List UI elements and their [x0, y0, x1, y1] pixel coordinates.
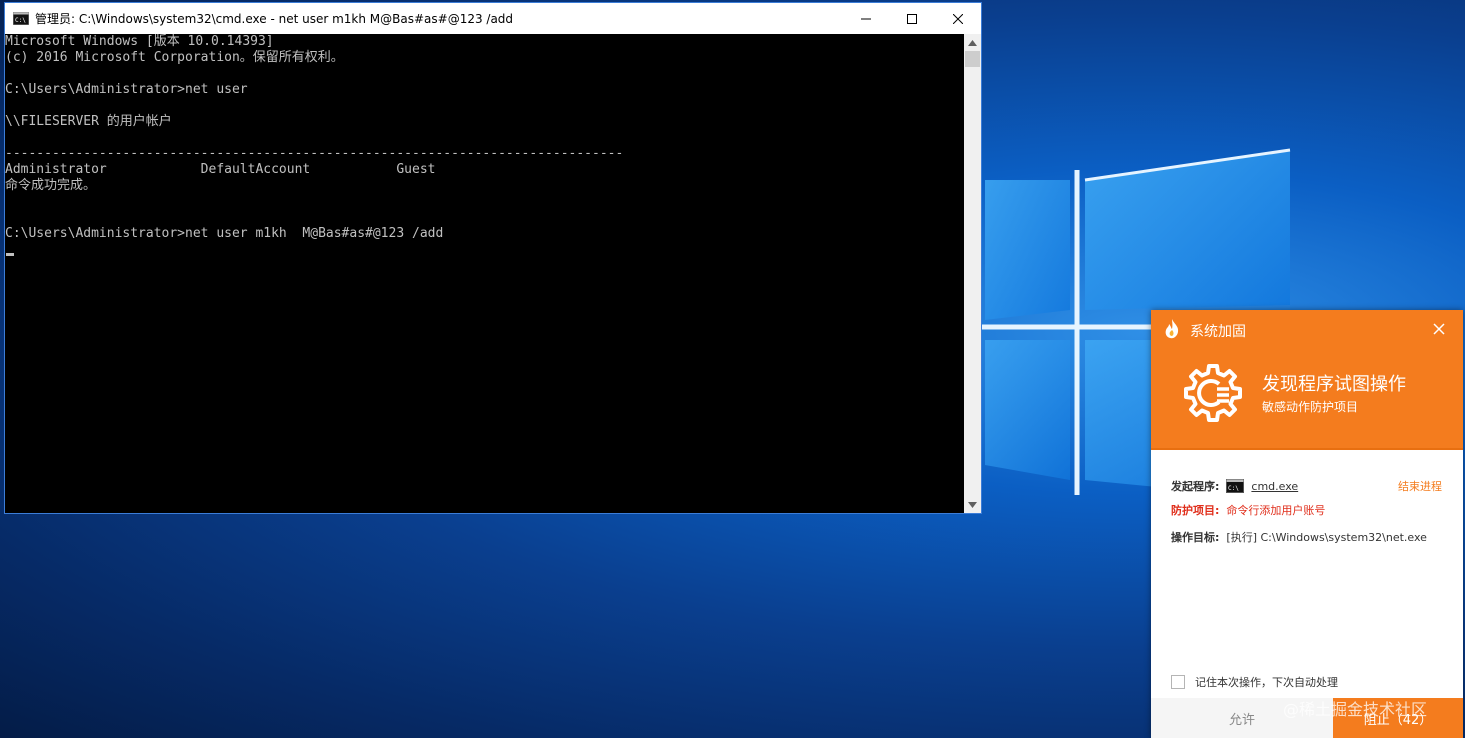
popup-app-title: 系统加固 — [1190, 324, 1246, 340]
cmd-titlebar[interactable]: C:\ 管理员: C:\Windows\system32\cmd.exe - n… — [5, 3, 981, 34]
target-row: 操作目标: [执行] C:\Windows\system32\net.exe — [1171, 529, 1427, 545]
initiator-label: 发起程序: — [1171, 480, 1220, 493]
console-output: Microsoft Windows [版本 10.0.14393] (c) 20… — [5, 34, 624, 241]
target-value: [执行] C:\Windows\system32\net.exe — [1226, 531, 1427, 544]
close-button[interactable] — [935, 3, 981, 34]
protect-label: 防护项目: — [1171, 504, 1220, 517]
remember-checkbox[interactable] — [1171, 675, 1185, 689]
cmd-icon: C:\ — [1226, 479, 1245, 493]
gear-shield-icon — [1184, 364, 1242, 422]
target-label: 操作目标: — [1171, 531, 1220, 544]
vertical-scrollbar[interactable] — [964, 34, 981, 513]
window-controls — [843, 3, 981, 34]
minimize-button[interactable] — [843, 3, 889, 34]
minimize-icon — [861, 18, 871, 19]
popup-subline: 敏感动作防护项目 — [1262, 400, 1359, 414]
cmd-window[interactable]: C:\ 管理员: C:\Windows\system32\cmd.exe - n… — [4, 2, 982, 514]
remember-option[interactable]: 记住本次操作，下次自动处理 — [1171, 674, 1338, 690]
popup-header: 系统加固 发现程序试图操作 敏感动作防护项目 — [1151, 310, 1463, 450]
allow-button[interactable]: 允许 — [1151, 698, 1333, 738]
scroll-up-button[interactable] — [964, 34, 981, 51]
maximize-icon — [907, 13, 917, 24]
svg-text:C:\: C:\ — [1228, 485, 1239, 492]
security-alert-popup[interactable]: 系统加固 发现程序试图操作 敏感动作防护项目 发起程序: C:\ cmd.exe… — [1151, 310, 1463, 738]
protect-value: 命令行添加用户账号 — [1226, 504, 1326, 517]
initiator-row: 发起程序: C:\ cmd.exe — [1171, 478, 1298, 494]
popup-footer: 允许 阻止（42） — [1151, 698, 1463, 738]
block-button[interactable]: 阻止（42） — [1333, 698, 1463, 738]
cmd-icon: C:\ — [13, 12, 29, 25]
maximize-button[interactable] — [889, 3, 935, 34]
initiator-link[interactable]: cmd.exe — [1251, 480, 1298, 493]
flame-logo-icon — [1165, 319, 1179, 339]
close-icon — [953, 13, 963, 24]
text-cursor — [6, 253, 14, 256]
header-divider — [1151, 448, 1463, 450]
svg-text:C:\: C:\ — [15, 17, 26, 24]
chevron-down-icon — [968, 501, 977, 508]
popup-headline: 发现程序试图操作 — [1262, 374, 1406, 395]
scroll-down-button[interactable] — [964, 496, 981, 513]
console-area[interactable]: Microsoft Windows [版本 10.0.14393] (c) 20… — [5, 34, 966, 513]
protect-row: 防护项目: 命令行添加用户账号 — [1171, 502, 1325, 518]
remember-label: 记住本次操作，下次自动处理 — [1195, 676, 1338, 689]
end-process-link[interactable]: 结束进程 — [1398, 478, 1442, 494]
chevron-up-icon — [968, 39, 977, 46]
close-icon[interactable] — [1432, 322, 1446, 336]
cmd-window-title: 管理员: C:\Windows\system32\cmd.exe - net u… — [35, 12, 514, 26]
scroll-thumb[interactable] — [965, 51, 980, 67]
